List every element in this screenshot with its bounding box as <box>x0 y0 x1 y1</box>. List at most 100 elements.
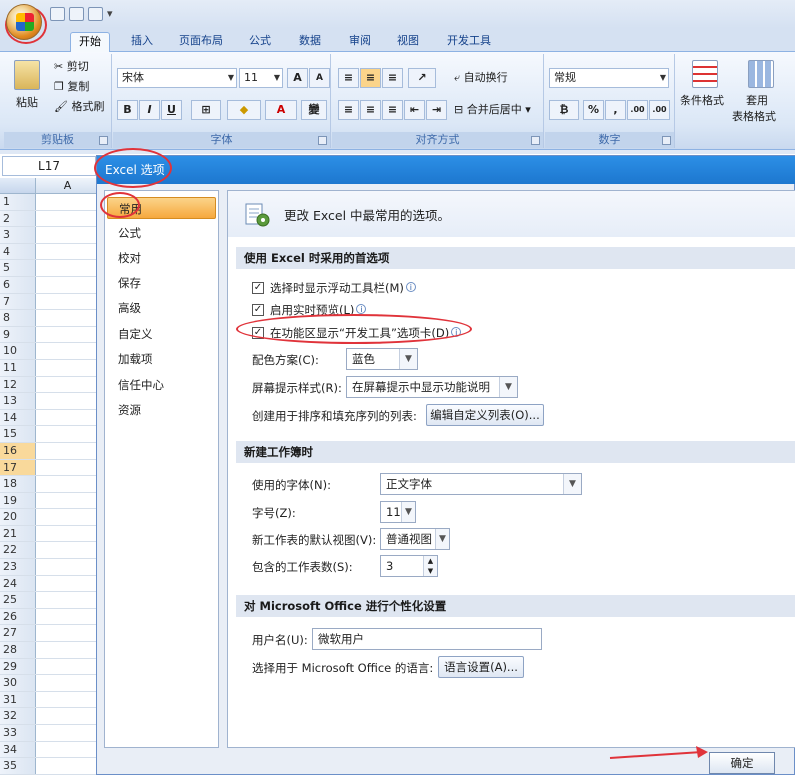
row-header[interactable]: 14 <box>0 409 36 426</box>
table-format-icon[interactable] <box>748 60 774 88</box>
row-header[interactable]: 28 <box>0 642 36 658</box>
row-header[interactable]: 31 <box>0 691 36 708</box>
save-icon[interactable] <box>50 7 65 21</box>
align-center-icon[interactable]: ≡ <box>360 100 381 120</box>
cell[interactable] <box>37 227 100 243</box>
table-format-button-1[interactable]: 套用 <box>746 94 768 108</box>
cell[interactable] <box>37 741 100 758</box>
spin-down-icon[interactable]: ▼ <box>424 566 437 576</box>
developer-tab-checkbox[interactable]: ✓ <box>252 327 264 339</box>
row-header[interactable]: 8 <box>0 310 36 326</box>
row-header[interactable]: 26 <box>0 608 36 625</box>
cell[interactable] <box>37 691 100 708</box>
cell[interactable] <box>37 608 100 625</box>
cell[interactable] <box>37 542 100 559</box>
cell[interactable] <box>37 326 100 343</box>
table-format-button-2[interactable]: 表格格式 <box>732 110 776 124</box>
nav-item-save[interactable]: 保存 <box>107 272 216 294</box>
nav-item-advanced[interactable]: 高级 <box>107 297 216 319</box>
spinner-arrows[interactable]: ▲ ▼ <box>423 556 437 576</box>
row-header[interactable]: 25 <box>0 592 36 608</box>
cell[interactable] <box>37 210 100 227</box>
merge-center-button[interactable]: ⊟ 合并后居中 ▾ <box>454 103 531 117</box>
row-header[interactable]: 7 <box>0 293 36 310</box>
color-scheme-select[interactable]: 蓝色 ▼ <box>346 348 418 370</box>
select-all-corner[interactable] <box>0 178 36 194</box>
username-input[interactable]: 微软用户 <box>312 628 542 650</box>
cell[interactable] <box>37 293 100 310</box>
cell[interactable] <box>37 559 100 575</box>
cell[interactable] <box>37 525 100 542</box>
cell[interactable] <box>37 658 100 675</box>
copy-button[interactable]: ❐ 复制 <box>54 80 89 94</box>
font-size-box[interactable]: 11 ▼ <box>239 68 283 88</box>
row-header[interactable]: 3 <box>0 227 36 243</box>
fill-color-button[interactable]: ◆ <box>227 100 261 120</box>
percent-button[interactable]: % <box>583 100 604 120</box>
row-header[interactable]: 32 <box>0 708 36 724</box>
live-preview-checkbox[interactable]: ✓ <box>252 304 264 316</box>
increase-indent-icon[interactable]: ⇥ <box>426 100 447 120</box>
size-select[interactable]: 11 ▼ <box>380 501 416 523</box>
wrap-text-button[interactable]: ⤶ 自动换行 <box>454 71 508 85</box>
cell[interactable] <box>37 758 100 774</box>
grow-font-button[interactable]: A <box>287 68 308 88</box>
paste-icon[interactable] <box>14 60 40 90</box>
row-header[interactable]: 4 <box>0 243 36 260</box>
format-painter-button[interactable]: 🖌 格式刷 <box>54 100 104 114</box>
border-button[interactable]: ⊞ <box>191 100 221 120</box>
font-select[interactable]: 正文字体 ▼ <box>380 473 582 495</box>
spin-up-icon[interactable]: ▲ <box>424 556 437 566</box>
row-header[interactable]: 15 <box>0 426 36 442</box>
row-header[interactable]: 22 <box>0 542 36 559</box>
cell[interactable] <box>37 708 100 724</box>
cell[interactable] <box>37 243 100 260</box>
align-middle-icon[interactable]: ≡ <box>360 68 381 88</box>
alignment-launcher[interactable] <box>531 136 540 145</box>
align-left-icon[interactable]: ≡ <box>338 100 359 120</box>
orientation-icon[interactable]: ↗ <box>408 68 436 88</box>
cell[interactable] <box>37 409 100 426</box>
row-header[interactable]: 9 <box>0 326 36 343</box>
nav-item-resources[interactable]: 资源 <box>107 399 216 421</box>
nav-item-formulas[interactable]: 公式 <box>107 222 216 244</box>
row-header[interactable]: 27 <box>0 625 36 642</box>
paste-button[interactable]: 粘贴 <box>16 96 38 110</box>
row-header[interactable]: 33 <box>0 725 36 741</box>
mini-toolbar-checkbox[interactable]: ✓ <box>252 282 264 294</box>
row-header[interactable]: 12 <box>0 376 36 393</box>
clipboard-launcher[interactable] <box>99 136 108 145</box>
font-launcher[interactable] <box>318 136 327 145</box>
conditional-format-button[interactable]: 条件格式 <box>680 94 724 108</box>
tab-formulas[interactable]: 公式 <box>242 32 278 52</box>
cell[interactable] <box>37 642 100 658</box>
column-header-a[interactable]: A <box>36 178 100 194</box>
row-header[interactable]: 16 <box>0 442 36 459</box>
nav-item-customize[interactable]: 自定义 <box>107 323 216 345</box>
row-header[interactable]: 24 <box>0 575 36 592</box>
cell[interactable] <box>37 592 100 608</box>
decrease-decimal-button[interactable]: .00 <box>649 100 670 120</box>
cell[interactable] <box>37 459 100 476</box>
cell[interactable] <box>37 359 100 376</box>
conditional-format-icon[interactable] <box>692 60 718 88</box>
nav-item-addins[interactable]: 加载项 <box>107 348 216 370</box>
font-color-button[interactable]: A <box>265 100 297 120</box>
row-header[interactable]: 5 <box>0 260 36 276</box>
row-header[interactable]: 11 <box>0 359 36 376</box>
nav-item-popular[interactable]: 常用 <box>107 197 216 219</box>
cell[interactable] <box>37 575 100 592</box>
cell[interactable] <box>37 276 100 293</box>
sheets-count-spinner[interactable]: 3 ▲ ▼ <box>380 555 438 577</box>
increase-decimal-button[interactable]: .00 <box>627 100 648 120</box>
cell[interactable] <box>37 194 100 210</box>
number-format-box[interactable]: 常规 ▼ <box>549 68 669 88</box>
cell[interactable] <box>37 376 100 393</box>
cell[interactable] <box>37 393 100 409</box>
undo-icon[interactable] <box>69 7 84 21</box>
underline-button[interactable]: U <box>161 100 182 120</box>
phonetic-button[interactable]: 變 <box>301 100 327 120</box>
row-header[interactable]: 35 <box>0 758 36 774</box>
cell[interactable] <box>37 442 100 459</box>
cut-button[interactable]: ✂ 剪切 <box>54 60 89 74</box>
